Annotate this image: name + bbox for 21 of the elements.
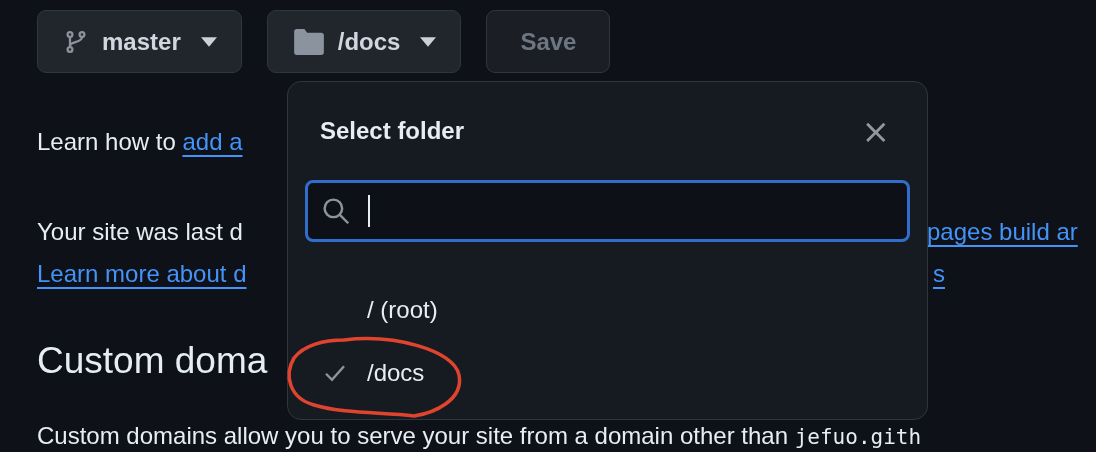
description-text: Custom domains allow you to serve your site from a domain other than jefuo.gith [37,421,923,451]
dialog-title: Select folder [320,117,465,145]
search-field[interactable] [305,180,910,242]
section-heading: Custom doma [37,339,268,383]
search-icon [322,197,350,225]
caret-icon [420,36,437,47]
branch-icon [64,29,88,54]
folder-icon [293,28,324,55]
link[interactable]: add a [182,128,243,155]
link[interactable]: s [933,253,945,295]
folder-option[interactable]: /docs [305,341,910,404]
caret-icon [200,36,217,47]
body-text: Your site was last d [37,218,243,245]
close-button[interactable]: × [861,114,910,148]
link[interactable]: pages build ar [927,211,1078,253]
link[interactable]: Learn more about d [37,260,247,287]
branch-button[interactable]: master [37,10,242,73]
text-cursor [368,195,370,227]
body-text: Learn how to [37,128,177,155]
folder-button[interactable]: /docs [266,10,462,73]
folder-option[interactable]: / (root) [305,278,910,341]
